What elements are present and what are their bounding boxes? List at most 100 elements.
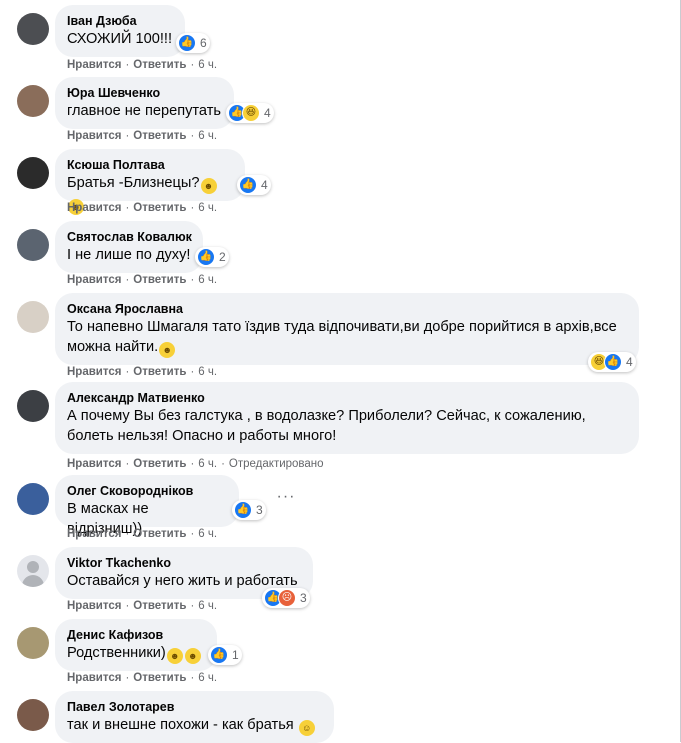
like-link[interactable]: Нравится bbox=[67, 130, 121, 142]
more-options-icon[interactable]: ··· bbox=[276, 489, 296, 511]
comment-time[interactable]: 6 ч. bbox=[198, 202, 217, 214]
comment-actions: Нравится · Ответить · 6 ч. bbox=[67, 274, 218, 286]
comment-actions: Нравится · Ответить · 6 ч. bbox=[67, 130, 218, 142]
reaction-summary[interactable]: 👍 3 bbox=[232, 500, 266, 520]
avatar[interactable] bbox=[17, 699, 49, 731]
avatar[interactable] bbox=[17, 157, 49, 189]
comment-actions: Нравится · Ответить · 6 ч. bbox=[67, 672, 218, 684]
like-icon: 👍 bbox=[210, 646, 228, 664]
like-link[interactable]: Нравится bbox=[67, 59, 121, 71]
reply-link[interactable]: Ответить bbox=[133, 202, 186, 214]
reaction-summary[interactable]: 👍 ☹ 3 bbox=[262, 588, 310, 608]
reply-link[interactable]: Ответить bbox=[133, 528, 186, 540]
comment-author[interactable]: Денис Кафизов bbox=[67, 627, 205, 643]
like-link[interactable]: Нравится bbox=[67, 672, 121, 684]
comment-text: Оставайся у него жить и работать bbox=[67, 573, 298, 589]
reply-link[interactable]: Ответить bbox=[133, 458, 186, 470]
avatar[interactable] bbox=[17, 13, 49, 45]
thumbs-up-emoji: ☻ bbox=[166, 648, 183, 664]
comment-bubble: Ксюша Полтава Братья -Близнецы? ☻☻ bbox=[55, 149, 245, 215]
comment-time[interactable]: 6 ч. bbox=[198, 130, 217, 142]
reaction-count: 4 bbox=[261, 178, 268, 192]
comment-bubble: Оксана Ярославна То напевно Шмагаля тато… bbox=[55, 293, 639, 365]
reply-link[interactable]: Ответить bbox=[133, 600, 186, 612]
reaction-count: 4 bbox=[264, 106, 271, 120]
like-link[interactable]: Нравится bbox=[67, 274, 121, 286]
comment-actions: Нравится · Ответить · 6 ч. bbox=[67, 59, 218, 71]
comment-author[interactable]: Ксюша Полтава bbox=[67, 157, 233, 173]
like-icon: 👍 bbox=[234, 501, 252, 519]
comment-text: То напевно Шмагаля тато їздив туда відпо… bbox=[67, 317, 627, 358]
comment-author[interactable]: Александр Матвиенко bbox=[67, 390, 627, 406]
avatar[interactable] bbox=[17, 627, 49, 659]
edited-label[interactable]: Отредактировано bbox=[229, 458, 324, 470]
comment-text: так и внешне похожи - как братья ☺ bbox=[67, 715, 322, 736]
reply-link[interactable]: Ответить bbox=[133, 274, 186, 286]
comment-text: А почему Вы без галстука , в водолазке? … bbox=[67, 408, 586, 444]
grin-emoji: ☻ bbox=[200, 178, 217, 194]
comment-time[interactable]: 6 ч. bbox=[198, 600, 217, 612]
reaction-count: 6 bbox=[200, 36, 207, 50]
comment-author[interactable]: Святослав Ковалюк bbox=[67, 229, 192, 245]
comment-author[interactable]: Павел Золотарев bbox=[67, 699, 322, 715]
clap-emoji: ☻ bbox=[184, 648, 201, 664]
reply-link[interactable]: Ответить bbox=[133, 59, 186, 71]
like-link[interactable]: Нравится bbox=[67, 600, 121, 612]
comment-actions: Нравится · Ответить · 6 ч. · Отредактировано bbox=[67, 458, 324, 470]
like-icon: 👍 bbox=[239, 176, 257, 194]
reply-link[interactable]: Ответить bbox=[133, 130, 186, 142]
avatar[interactable] bbox=[17, 555, 49, 587]
comment-author[interactable]: Іван Дзюба bbox=[67, 13, 173, 29]
comment-time[interactable]: 6 ч. bbox=[198, 528, 217, 540]
comment-bubble: Александр Матвиенко А почему Вы без галс… bbox=[55, 382, 639, 454]
reaction-summary[interactable]: 👍 6 bbox=[176, 33, 210, 53]
reaction-count: 4 bbox=[626, 355, 633, 369]
comment-bubble: Святослав Ковалюк І не лише по духу! bbox=[55, 221, 203, 273]
comment-author[interactable]: Юра Шевченко bbox=[67, 85, 222, 101]
reaction-summary[interactable]: 👍 2 bbox=[195, 247, 229, 267]
reaction-summary[interactable]: 👍 1 bbox=[208, 645, 242, 665]
like-link[interactable]: Нравится bbox=[67, 458, 121, 470]
comment-time[interactable]: 6 ч. bbox=[198, 458, 217, 470]
rofl-emoji: ☻ bbox=[159, 342, 176, 358]
comment-author[interactable]: Оксана Ярославна bbox=[67, 301, 627, 317]
comment-bubble: Олег Сковороднiков В масках не відрізниш… bbox=[55, 475, 239, 537]
comment-time[interactable]: 6 ч. bbox=[198, 672, 217, 684]
comment-bubble: Іван Дзюба СХОЖИЙ 100!!! bbox=[55, 5, 185, 57]
avatar[interactable] bbox=[17, 85, 49, 117]
reaction-count: 1 bbox=[232, 648, 239, 662]
like-link[interactable]: Нравится bbox=[67, 202, 121, 214]
comment-actions: Нравится · Ответить · 6 ч. bbox=[67, 366, 218, 378]
like-icon: 👍 bbox=[178, 34, 196, 52]
haha-icon: 😆 bbox=[242, 104, 260, 122]
like-link[interactable]: Нравится bbox=[67, 528, 121, 540]
avatar[interactable] bbox=[17, 390, 49, 422]
comment-actions: Нравится · Ответить · 6 ч. bbox=[67, 202, 218, 214]
comment-time[interactable]: 6 ч. bbox=[198, 59, 217, 71]
comment-time[interactable]: 6 ч. bbox=[198, 274, 217, 286]
comment-actions: Нравится · Ответить · 6 ч. bbox=[67, 528, 218, 540]
comment-bubble: Денис Кафизов Родственники) ☻ ☻ bbox=[55, 619, 217, 671]
reaction-summary[interactable]: 😆 👍 4 bbox=[588, 352, 636, 372]
reaction-summary[interactable]: 👍 😆 4 bbox=[226, 103, 274, 123]
comment-author[interactable]: Олег Сковороднiков bbox=[67, 483, 227, 499]
reaction-count: 2 bbox=[219, 250, 226, 264]
comment-author[interactable]: Viktor Tkachenko bbox=[67, 555, 301, 571]
comment-text: І не лише по духу! bbox=[67, 247, 191, 263]
avatar[interactable] bbox=[17, 483, 49, 515]
comment-actions: Нравится · Ответить · 6 ч. bbox=[67, 600, 218, 612]
reply-link[interactable]: Ответить bbox=[133, 672, 186, 684]
comment-text: Родственники) ☻ ☻ bbox=[67, 643, 205, 664]
reaction-summary[interactable]: 👍 4 bbox=[237, 175, 271, 195]
comment-text: главное не перепутать bbox=[67, 103, 222, 119]
reaction-count: 3 bbox=[256, 503, 263, 517]
avatar[interactable] bbox=[17, 229, 49, 261]
smile-emoji: ☺ bbox=[298, 720, 315, 736]
reply-link[interactable]: Ответить bbox=[133, 366, 186, 378]
avatar[interactable] bbox=[17, 301, 49, 333]
comment-bubble: Юра Шевченко главное не перепутать bbox=[55, 77, 234, 129]
comment-text: СХОЖИЙ 100!!! bbox=[67, 31, 173, 47]
like-link[interactable]: Нравится bbox=[67, 366, 121, 378]
comment-time[interactable]: 6 ч. bbox=[198, 366, 217, 378]
like-icon: 👍 bbox=[604, 353, 622, 371]
